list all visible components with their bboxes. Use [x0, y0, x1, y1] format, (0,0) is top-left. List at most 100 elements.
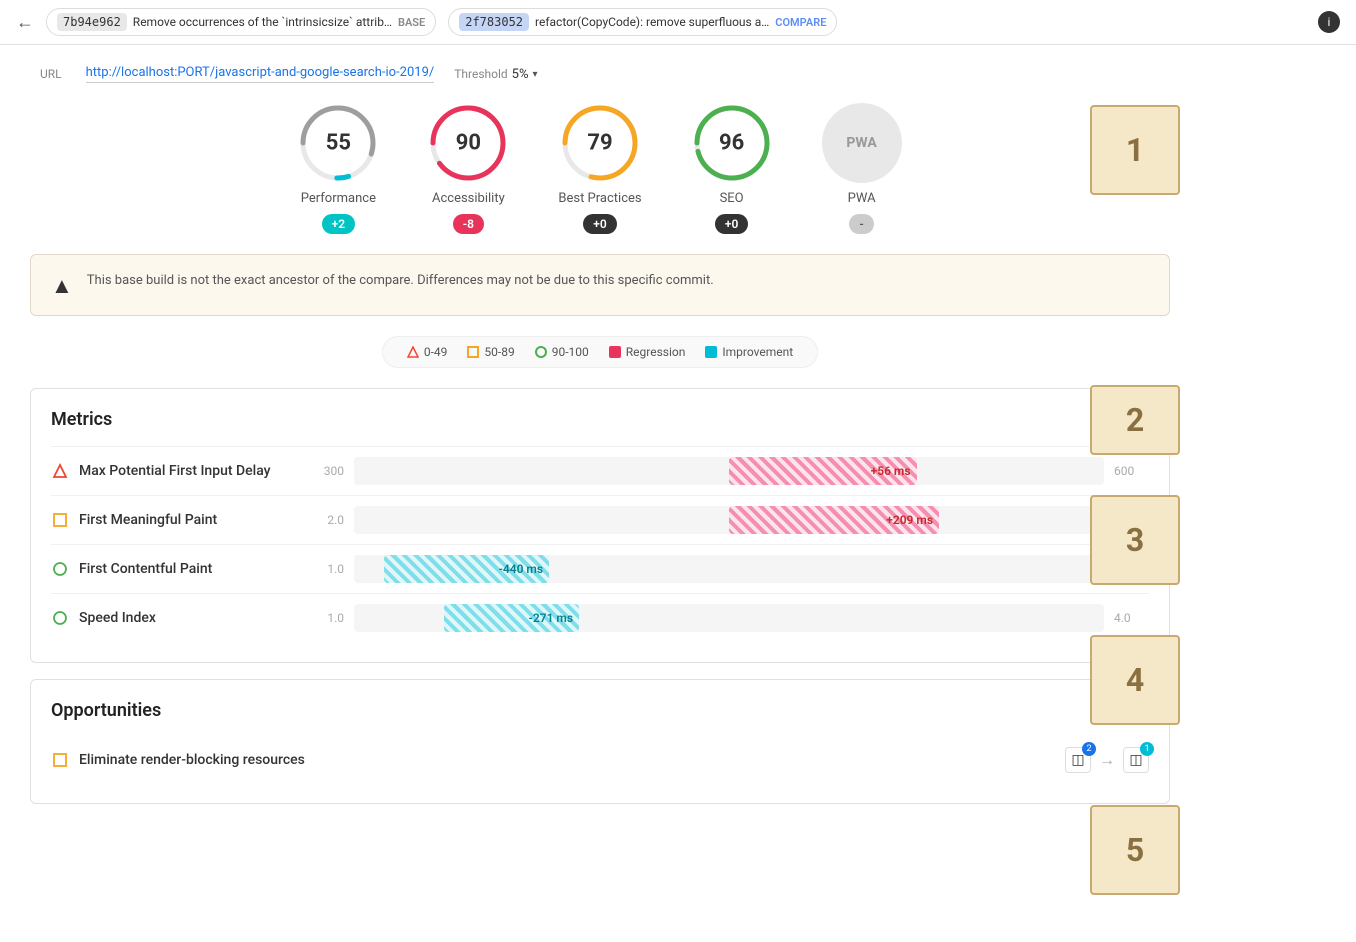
threshold-value: 5%: [512, 67, 529, 82]
score-name-accessibility: Accessibility: [432, 191, 505, 206]
metric-bar-fill-3: -271 ms: [444, 604, 579, 632]
score-badge-best-practices: +0: [583, 214, 616, 234]
annotation-2: 2: [1090, 385, 1180, 455]
score-name-seo: SEO: [720, 191, 744, 206]
opp-badge1-0: 2: [1082, 742, 1096, 756]
back-button[interactable]: ←: [16, 12, 34, 33]
compare-desc: refactor(CopyCode): remove superfluous a…: [535, 15, 769, 29]
url-threshold-row: URL http://localhost:PORT/javascript-and…: [30, 65, 1170, 83]
metric-bar-area-2: -440 ms: [354, 555, 1104, 583]
legend-item-regression: Regression: [609, 345, 686, 359]
score-item-accessibility: 90 Accessibility -8: [428, 103, 508, 234]
metric-icon-3: [51, 609, 69, 627]
opportunities-title: Opportunities: [51, 700, 1149, 721]
metric-bar-area-1: +209 ms: [354, 506, 1104, 534]
opp-base-btn-0[interactable]: ◫ 2: [1065, 747, 1091, 773]
score-badge-pwa: -: [849, 214, 873, 234]
score-value-best-practices: 79: [587, 131, 612, 156]
score-value-performance: 55: [326, 131, 351, 156]
legend-improvement-label: Improvement: [722, 345, 793, 359]
metric-name-1: First Meaningful Paint: [79, 512, 299, 528]
annotation-3: 3: [1090, 495, 1180, 585]
metrics-section: Metrics Max Potential First Input Delay …: [30, 388, 1170, 663]
base-desc: Remove occurrences of the `intrinsicsize…: [133, 15, 392, 29]
circle-container-performance: 55: [298, 103, 378, 183]
metric-name-2: First Contentful Paint: [79, 561, 299, 577]
opp-compare-btn-0[interactable]: ◫ 1: [1123, 747, 1149, 773]
main-content: URL http://localhost:PORT/javascript-and…: [0, 45, 1200, 840]
opportunities-rows: Eliminate render-blocking resources ◫ 2 …: [51, 737, 1149, 783]
threshold-dropdown-arrow: ▾: [533, 69, 538, 80]
legend-range-mid: 50-89: [484, 345, 514, 359]
score-name-best-practices: Best Practices: [558, 191, 641, 206]
warning-text: This base build is not the exact ancesto…: [87, 271, 714, 291]
metric-icon-0: [51, 462, 69, 480]
annotation-4: 4: [1090, 635, 1180, 725]
metric-bar-fill-1: +209 ms: [729, 506, 939, 534]
url-value: http://localhost:PORT/javascript-and-goo…: [86, 65, 435, 83]
legend-item-square: 50-89: [467, 345, 514, 359]
metric-min-2: 1.0: [309, 562, 344, 576]
opportunities-section: Opportunities Eliminate render-blocking …: [30, 679, 1170, 804]
metric-icon-2: [51, 560, 69, 578]
threshold-label: Threshold: [454, 67, 507, 81]
legend-item-improvement: Improvement: [705, 345, 793, 359]
opportunity-row: Eliminate render-blocking resources ◫ 2 …: [51, 737, 1149, 783]
score-name-performance: Performance: [301, 191, 376, 206]
threshold-area[interactable]: Threshold 5% ▾: [454, 67, 537, 82]
warning-icon: ▲: [51, 273, 73, 299]
score-badge-accessibility: -8: [453, 214, 484, 234]
metric-min-3: 1.0: [309, 611, 344, 625]
metric-bar-area-0: +56 ms: [354, 457, 1104, 485]
legend-range-low: 0-49: [424, 345, 448, 359]
score-name-pwa: PWA: [848, 191, 876, 206]
metric-bar-fill-0: +56 ms: [729, 457, 917, 485]
opp-badge2-0: 1: [1140, 742, 1154, 756]
compare-commit-pill: 2f783052 refactor(CopyCode): remove supe…: [448, 8, 837, 36]
info-button[interactable]: i: [1318, 11, 1340, 33]
base-hash: 7b94e962: [57, 13, 127, 31]
metric-bar-fill-2: -440 ms: [384, 555, 549, 583]
score-value-seo: 96: [719, 131, 744, 156]
metric-bar-area-3: -271 ms: [354, 604, 1104, 632]
compare-label: COMPARE: [775, 16, 826, 29]
scores-row: 55 Performance +2 90 Accessibility -8: [30, 103, 1170, 234]
opp-icon-0: [51, 751, 69, 769]
top-bar: ← 7b94e962 Remove occurrences of the `in…: [0, 0, 1356, 45]
score-item-seo: 96 SEO +0: [692, 103, 772, 234]
metric-max-0: 600: [1114, 464, 1149, 478]
circle-container-accessibility: 90: [428, 103, 508, 183]
opp-arrow-icon-0: →: [1099, 750, 1115, 770]
metric-row: Speed Index 1.0 -271 ms 4.0: [51, 593, 1149, 642]
legend-regression-label: Regression: [626, 345, 686, 359]
metric-min-1: 2.0: [309, 513, 344, 527]
pwa-circle: PWA: [822, 103, 902, 183]
base-label: BASE: [398, 16, 425, 29]
metric-max-3: 4.0: [1114, 611, 1149, 625]
score-item-performance: 55 Performance +2: [298, 103, 378, 234]
base-commit-pill: 7b94e962 Remove occurrences of the `intr…: [46, 8, 436, 36]
score-badge-seo: +0: [715, 214, 748, 234]
url-label: URL: [40, 67, 62, 81]
metric-row: Max Potential First Input Delay 300 +56 …: [51, 446, 1149, 495]
metrics-title: Metrics: [51, 409, 1149, 430]
annotation-5: 5: [1090, 805, 1180, 895]
metric-icon-1: [51, 511, 69, 529]
metrics-rows: Max Potential First Input Delay 300 +56 …: [51, 446, 1149, 642]
circle-container-seo: 96: [692, 103, 772, 183]
metric-row: First Contentful Paint 1.0 -440 ms 4.0: [51, 544, 1149, 593]
legend-item-triangle: 0-49: [407, 345, 448, 359]
score-badge-performance: +2: [322, 214, 355, 234]
metric-min-0: 300: [309, 464, 344, 478]
legend-row: 0-49 50-89 90-100 Regression Improvement: [382, 336, 818, 368]
annotation-1: 1: [1090, 105, 1180, 195]
legend-item-circle: 90-100: [535, 345, 589, 359]
compare-hash: 2f783052: [459, 13, 529, 31]
warning-box: ▲ This base build is not the exact ances…: [30, 254, 1170, 316]
circle-container-best-practices: 79: [560, 103, 640, 183]
score-item-pwa: PWA PWA -: [822, 103, 902, 234]
score-item-best-practices: 79 Best Practices +0: [558, 103, 641, 234]
score-value-accessibility: 90: [456, 131, 481, 156]
metric-name-3: Speed Index: [79, 610, 299, 626]
metric-name-0: Max Potential First Input Delay: [79, 463, 299, 479]
